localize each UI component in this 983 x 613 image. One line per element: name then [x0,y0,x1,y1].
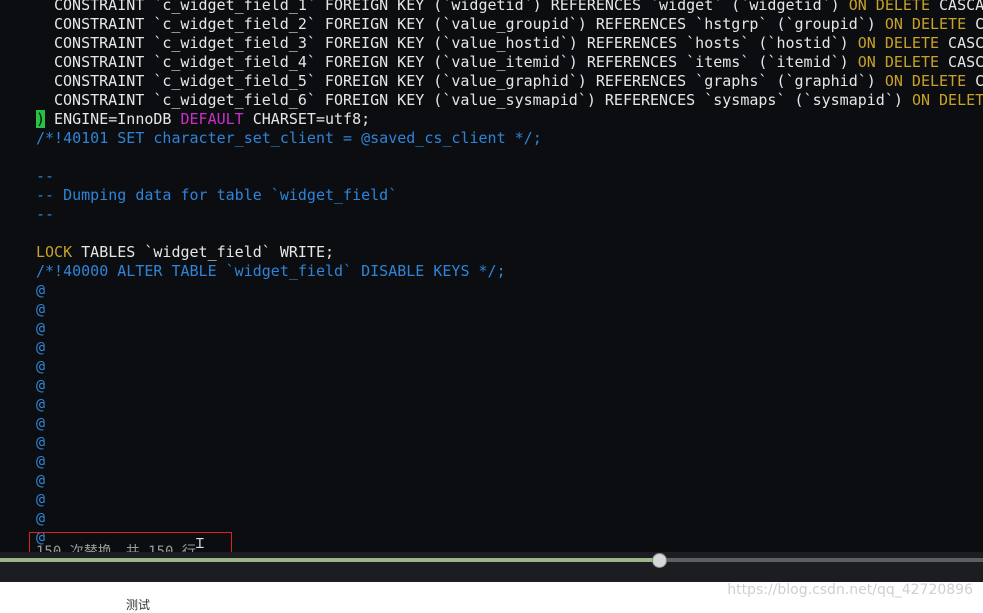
constraint-line: CONSTRAINT `c_widget_field_5` FOREIGN KE… [54,72,983,91]
continuation-marker: @ [36,395,45,414]
cascade-text: CASCADE [948,53,983,71]
comment-text: -- [36,167,55,185]
comment-text: -- Dumping data for table `widget_field` [36,186,398,204]
at-symbol: @ [36,395,46,413]
dump-comment: -- Dumping data for table `widget_field` [36,186,397,205]
on-delete-keyword: ON DELETE [857,34,940,52]
constraint-text: CONSTRAINT `c_widget_field_5` FOREIGN KE… [54,72,885,90]
continuation-marker: @ [36,319,45,338]
at-symbol: @ [36,357,46,375]
lock-line: LOCK TABLES `widget_field` WRITE; [36,243,334,262]
lock-text: TABLES `widget_field` WRITE; [72,243,335,261]
constraint-text: CONSTRAINT `c_widget_field_1` FOREIGN KE… [54,0,849,14]
constraint-text: CONSTRAINT `c_widget_field_4` FOREIGN KE… [54,53,858,71]
at-symbol: @ [36,414,46,432]
bottom-strip: 测试 https://blog.csdn.net/qq_42720896 [0,582,983,612]
constraint-text: CONSTRAINT `c_widget_field_2` FOREIGN KE… [54,15,885,33]
continuation-marker: @ [36,471,45,490]
continuation-marker: @ [36,357,45,376]
continuation-marker: @ [36,452,45,471]
cascade-text: CASCADE [975,15,983,33]
constraint-text: CONSTRAINT `c_widget_field_6` FOREIGN KE… [54,91,912,109]
progress-thumb[interactable] [651,553,667,568]
charset-text: CHARSET=utf8; [243,110,371,128]
cascade-text: CASCADE [948,34,983,52]
disable-keys-comment: /*!40000 ALTER TABLE `widget_field` DISA… [36,262,506,281]
at-symbol: @ [36,300,46,318]
at-symbol: @ [36,509,46,527]
comment-dash: -- [36,205,54,224]
continuation-marker: @ [36,281,45,300]
engine-line: ) ENGINE=InnoDB DEFAULT CHARSET=utf8; [36,110,370,129]
continuation-marker: @ [36,490,45,509]
at-symbol: @ [36,319,46,337]
at-symbol: @ [36,433,46,451]
terminal-window[interactable]: CONSTRAINT `c_widget_field_1` FOREIGN KE… [0,0,983,552]
default-keyword: DEFAULT [180,110,244,128]
bottom-fragment: 测试 [126,598,151,612]
continuation-marker: @ [36,433,45,452]
continuation-marker: @ [36,376,45,395]
cascade-text: CASCADE [975,72,983,90]
text-cursor-icon: Ɪ [196,536,204,552]
cascade-text: CASCADE [939,0,983,14]
comment-dash: -- [36,167,54,186]
constraint-line: CONSTRAINT `c_widget_field_2` FOREIGN KE… [54,15,983,34]
constraint-line: CONSTRAINT `c_widget_field_4` FOREIGN KE… [54,53,983,72]
engine-text: ENGINE=InnoDB [45,110,181,128]
at-symbol: @ [36,452,46,470]
continuation-marker: @ [36,509,45,528]
cursor-block: ) [36,110,46,128]
comment-text: /*!40000 ALTER TABLE `widget_field` DISA… [36,262,506,280]
at-symbol: @ [36,281,46,299]
continuation-marker: @ [36,338,45,357]
constraint-line: CONSTRAINT `c_widget_field_1` FOREIGN KE… [54,0,983,15]
on-delete-keyword: ON DELETE [884,15,967,33]
comment-text: /*!40101 SET character_set_client = @sav… [36,129,542,147]
constraint-text: CONSTRAINT `c_widget_field_3` FOREIGN KE… [54,34,858,52]
on-delete-keyword: ON DELETE [911,91,983,109]
video-player-bar[interactable] [0,552,983,582]
progress-fill [0,558,659,562]
on-delete-keyword: ON DELETE [848,0,930,14]
on-delete-keyword: ON DELETE [857,53,940,71]
at-symbol: @ [36,490,46,508]
continuation-marker: @ [36,300,45,319]
at-symbol: @ [36,471,46,489]
constraint-line: CONSTRAINT `c_widget_field_3` FOREIGN KE… [54,34,983,53]
lock-keyword: LOCK [36,243,73,261]
constraint-line: CONSTRAINT `c_widget_field_6` FOREIGN KE… [54,91,983,110]
continuation-marker: @ [36,414,45,433]
at-symbol: @ [36,376,46,394]
at-symbol: @ [36,338,46,356]
set-client-comment: /*!40101 SET character_set_client = @sav… [36,129,542,148]
progress-track[interactable] [0,553,983,568]
comment-text: -- [36,205,55,223]
on-delete-keyword: ON DELETE [884,72,967,90]
watermark: https://blog.csdn.net/qq_42720896 [727,582,973,598]
